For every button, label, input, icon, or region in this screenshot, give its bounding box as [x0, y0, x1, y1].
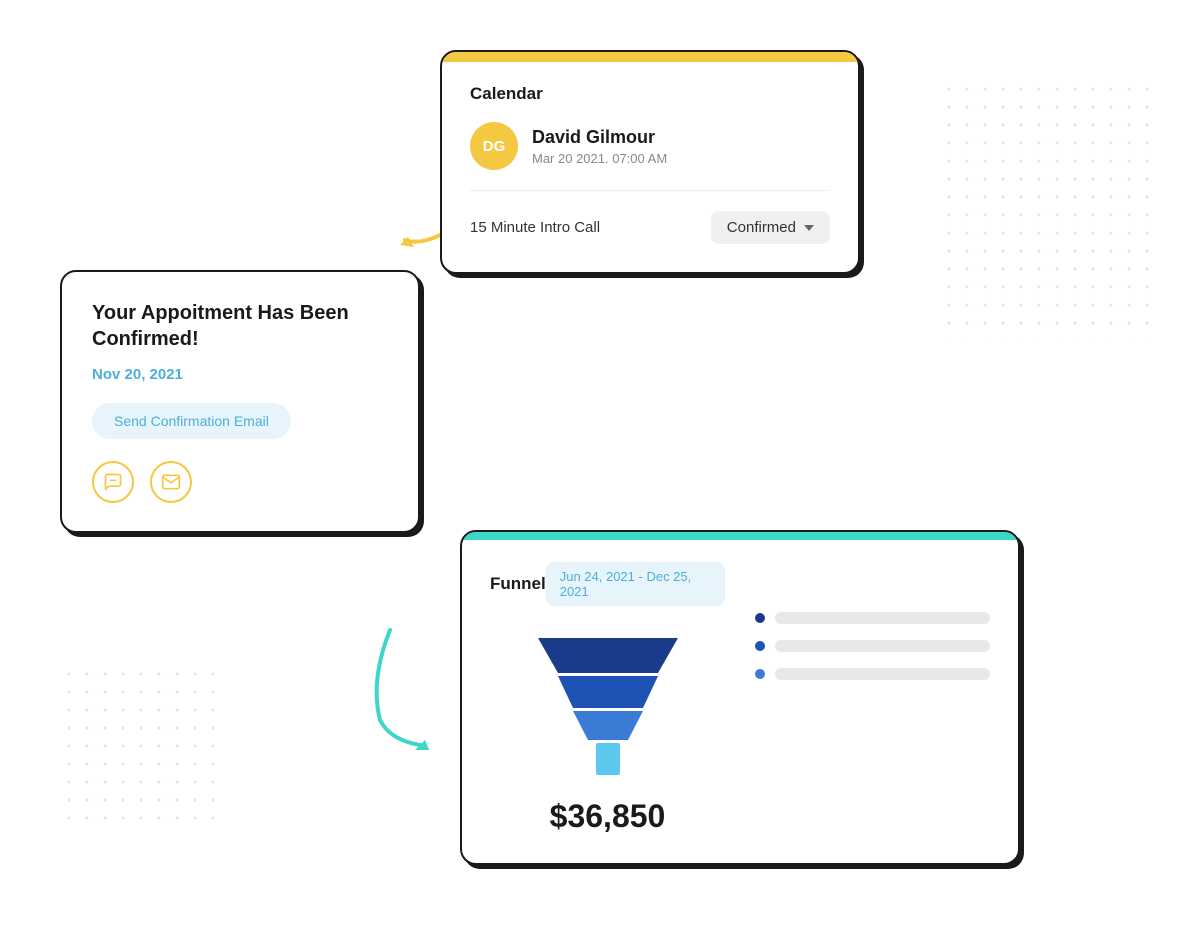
funnel-card: Funnel Jun 24, 2021 - Dec 25, 2021: [460, 530, 1020, 865]
calendar-bottom-row: 15 Minute Intro Call Confirmed: [470, 211, 830, 244]
legend-dot-3: [755, 669, 765, 679]
date-range-badge: Jun 24, 2021 - Dec 25, 2021: [546, 562, 725, 606]
legend-bar-3: [775, 668, 990, 680]
calendar-title: Calendar: [470, 84, 830, 104]
email-icon-button[interactable]: [150, 461, 192, 503]
appointment-icons-row: [92, 461, 388, 503]
calendar-divider: [470, 190, 830, 191]
legend-bar-1: [775, 612, 990, 624]
calendar-top-bar: [442, 52, 858, 62]
calendar-user-row: DG David Gilmour Mar 20 2021. 07:00 AM: [470, 122, 830, 170]
calendar-card-body: Calendar DG David Gilmour Mar 20 2021. 0…: [442, 62, 858, 272]
legend-item-2: [755, 640, 990, 652]
funnel-card-body: Funnel Jun 24, 2021 - Dec 25, 2021: [462, 540, 1018, 863]
funnel-legend: [755, 562, 990, 680]
send-confirmation-button[interactable]: Send Confirmation Email: [92, 403, 291, 439]
call-label: 15 Minute Intro Call: [470, 219, 600, 236]
confirmed-label: Confirmed: [727, 219, 796, 236]
appointment-date: Nov 20, 2021: [92, 366, 388, 383]
legend-item-1: [755, 612, 990, 624]
funnel-amount: $36,850: [490, 798, 725, 835]
funnel-title: Funnel: [490, 574, 546, 594]
calendar-card: Calendar DG David Gilmour Mar 20 2021. 0…: [440, 50, 860, 274]
avatar: DG: [470, 122, 518, 170]
legend-dot-1: [755, 613, 765, 623]
dot-grid-top-right: [940, 80, 1160, 340]
legend-bar-2: [775, 640, 990, 652]
legend-item-3: [755, 668, 990, 680]
dot-grid-bottom-left: [60, 665, 220, 825]
user-date: Mar 20 2021. 07:00 AM: [532, 151, 667, 166]
chat-icon-button[interactable]: [92, 461, 134, 503]
appointment-title: Your Appoitment Has Been Confirmed!: [92, 300, 388, 352]
user-info: David Gilmour Mar 20 2021. 07:00 AM: [532, 127, 667, 166]
funnel-header: Funnel Jun 24, 2021 - Dec 25, 2021: [490, 562, 725, 606]
chevron-down-icon: [804, 225, 814, 231]
legend-dot-2: [755, 641, 765, 651]
funnel-left: Funnel Jun 24, 2021 - Dec 25, 2021: [490, 562, 725, 835]
user-name: David Gilmour: [532, 127, 667, 148]
appointment-card: Your Appoitment Has Been Confirmed! Nov …: [60, 270, 420, 533]
scene: Calendar DG David Gilmour Mar 20 2021. 0…: [0, 0, 1200, 945]
confirmed-badge[interactable]: Confirmed: [711, 211, 830, 244]
funnel-chart: [490, 628, 725, 788]
funnel-top-bar: [462, 532, 1018, 540]
